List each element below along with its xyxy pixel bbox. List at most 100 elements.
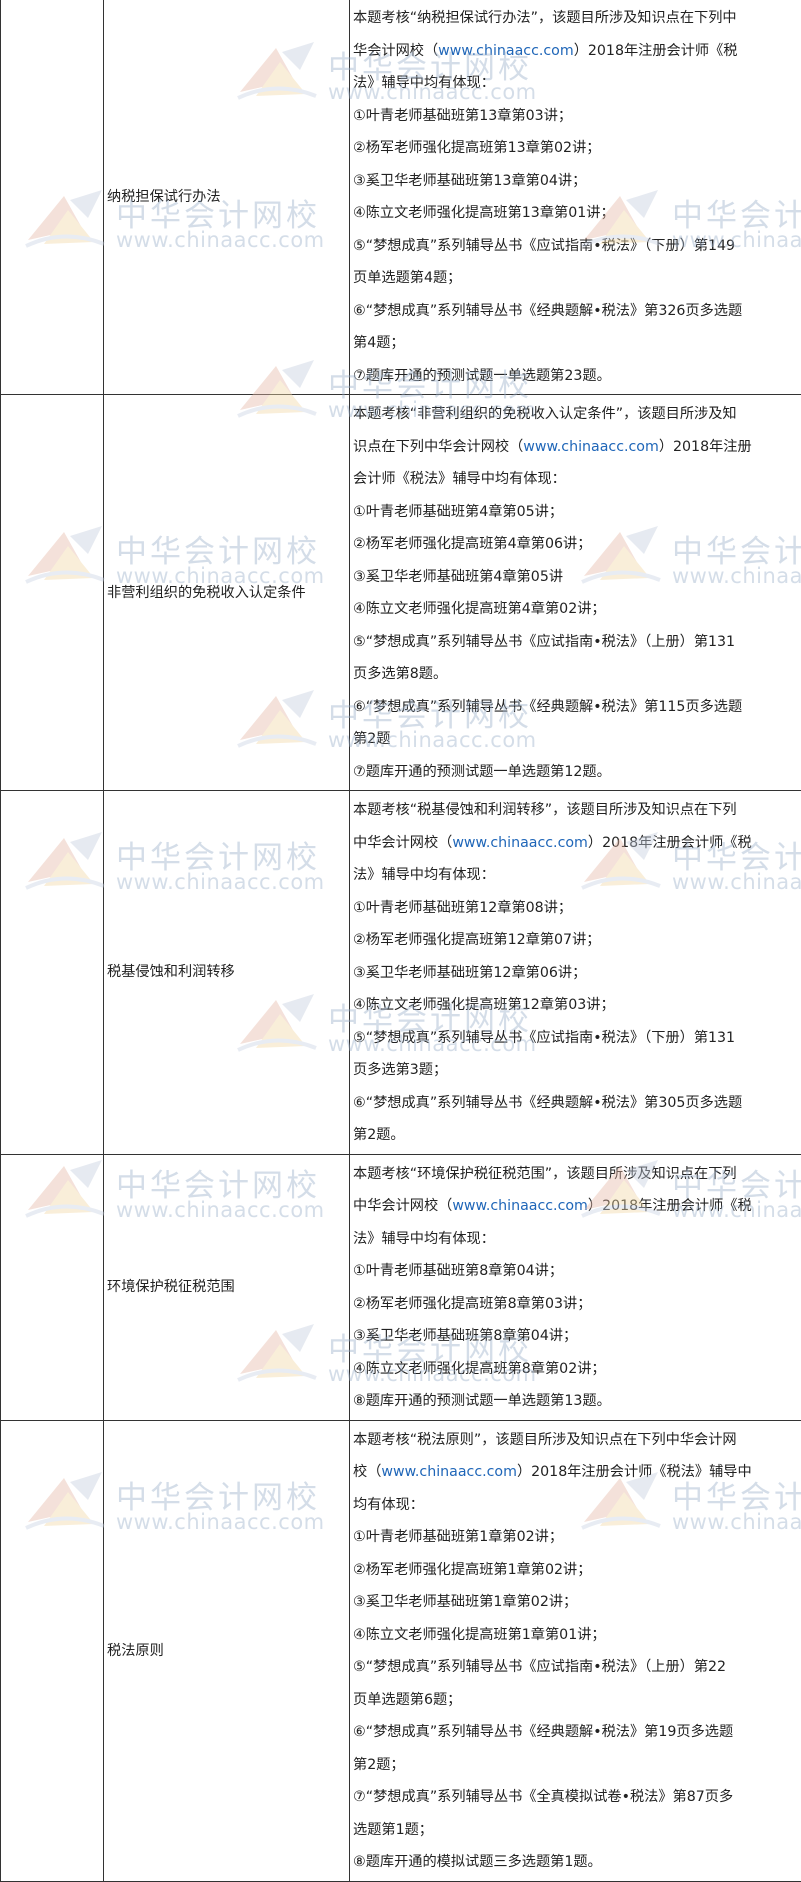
line-text: ④陈立文老师强化提高班第1章第01讲； <box>353 1627 606 1643</box>
detail-line: ⑤“梦想成真”系列辅导丛书《应试指南•税法》（上册）第22 <box>353 1651 801 1684</box>
line-text: ①叶青老师基础班第4章第05讲； <box>353 504 563 520</box>
detail-line: ⑦题库开通的预测试题一单选题第23题。 <box>353 360 801 393</box>
topic-label: 税法原则 <box>107 1643 164 1659</box>
detail-line: 第2题 <box>353 723 801 756</box>
table-row: 税基侵蚀和利润转移本题考核“税基侵蚀和利润转移”，该题目所涉及知识点在下列中华会… <box>1 791 801 1155</box>
detail-line: ④陈立文老师强化提高班第1章第01讲； <box>353 1619 801 1652</box>
detail-line: ②杨军老师强化提高班第4章第06讲； <box>353 528 801 561</box>
line-text: ⑤“梦想成真”系列辅导丛书《应试指南•税法》（上册）第22 <box>353 1659 726 1675</box>
detail-line: ⑤“梦想成真”系列辅导丛书《应试指南•税法》（下册）第131 <box>353 1022 801 1055</box>
detail-line: ③奚卫华老师基础班第8章第04讲； <box>353 1320 801 1353</box>
detail-line: ⑥“梦想成真”系列辅导丛书《经典题解•税法》第326页多选题 <box>353 295 801 328</box>
line-text: ⑧题库开通的模拟试题三多选题第1题。 <box>353 1854 602 1870</box>
website-link[interactable]: www.chinaacc.com <box>523 439 659 455</box>
line-text: 页单选题第6题； <box>353 1692 461 1708</box>
line-text: ④陈立文老师强化提高班第8章第02讲； <box>353 1361 606 1377</box>
detail-line: 第4题； <box>353 327 801 360</box>
detail-line: 第2题。 <box>353 1119 801 1152</box>
detail-cell: 本题考核“税基侵蚀和利润转移”，该题目所涉及知识点在下列中华会计网校（www.c… <box>350 791 801 1155</box>
line-text: 本题考核“环境保护税征税范围”，该题目所涉及知识点在下列 <box>353 1166 737 1182</box>
detail-line: ①叶青老师基础班第4章第05讲； <box>353 496 801 529</box>
detail-line: 本题考核“纳税担保试行办法”，该题目所涉及知识点在下列中 <box>353 2 801 35</box>
line-text: ④陈立文老师强化提高班第4章第02讲； <box>353 601 606 617</box>
line-text: ②杨军老师强化提高班第13章第02讲； <box>353 140 600 156</box>
line-text: ③奚卫华老师基础班第8章第04讲； <box>353 1328 577 1344</box>
blank-cell <box>1 395 104 791</box>
detail-line: ④陈立文老师强化提高班第12章第03讲； <box>353 989 801 1022</box>
line-text: ②杨军老师强化提高班第1章第02讲； <box>353 1562 591 1578</box>
detail-line: 页单选题第4题； <box>353 262 801 295</box>
line-text: 中华会计网校（ <box>353 835 452 851</box>
line-text: 页多选第8题。 <box>353 666 447 682</box>
line-text: 法》辅导中均有体现： <box>353 75 495 91</box>
detail-line: ③奚卫华老师基础班第4章第05讲 <box>353 561 801 594</box>
topic-cell: 税基侵蚀和利润转移 <box>104 791 350 1155</box>
detail-line: 法》辅导中均有体现： <box>353 1223 801 1256</box>
line-text: 第2题。 <box>353 1127 405 1143</box>
topic-label: 税基侵蚀和利润转移 <box>107 964 235 980</box>
topic-cell: 环境保护税征税范围 <box>104 1154 350 1420</box>
detail-line: 页多选第8题。 <box>353 658 801 691</box>
website-link[interactable]: www.chinaacc.com <box>452 835 588 851</box>
blank-cell <box>1 0 104 395</box>
website-link[interactable]: www.chinaacc.com <box>438 43 574 59</box>
line-text: 华会计网校（ <box>353 43 438 59</box>
detail-line: ⑧题库开通的预测试题一单选题第13题。 <box>353 1385 801 1418</box>
document-page: 纳税担保试行办法本题考核“纳税担保试行办法”，该题目所涉及知识点在下列中华会计网… <box>0 0 801 1847</box>
table-row: 非营利组织的免税收入认定条件本题考核“非营利组织的免税收入认定条件”，该题目所涉… <box>1 395 801 791</box>
detail-cell: 本题考核“环境保护税征税范围”，该题目所涉及知识点在下列中华会计网校（www.c… <box>350 1154 801 1420</box>
detail-line: ④陈立文老师强化提高班第8章第02讲； <box>353 1353 801 1386</box>
line-text: ）2018年注册会计师《税法》辅导中 <box>517 1464 752 1480</box>
detail-line: ②杨军老师强化提高班第8章第03讲； <box>353 1288 801 1321</box>
table-body: 纳税担保试行办法本题考核“纳税担保试行办法”，该题目所涉及知识点在下列中华会计网… <box>1 0 801 1881</box>
detail-line: ①叶青老师基础班第1章第02讲； <box>353 1521 801 1554</box>
detail-line: 会计师《税法》辅导中均有体现： <box>353 463 801 496</box>
line-text: ①叶青老师基础班第8章第04讲； <box>353 1263 563 1279</box>
detail-line: ①叶青老师基础班第8章第04讲； <box>353 1255 801 1288</box>
line-text: 法》辅导中均有体现： <box>353 1231 495 1247</box>
detail-line: 中华会计网校（www.chinaacc.com）2018年注册会计师《税 <box>353 827 801 860</box>
line-text: ③奚卫华老师基础班第12章第06讲； <box>353 965 586 981</box>
line-text: ⑤“梦想成真”系列辅导丛书《应试指南•税法》（下册）第149 <box>353 238 735 254</box>
topic-cell: 非营利组织的免税收入认定条件 <box>104 395 350 791</box>
line-text: ③奚卫华老师基础班第4章第05讲 <box>353 569 563 585</box>
table-row: 环境保护税征税范围本题考核“环境保护税征税范围”，该题目所涉及知识点在下列中华会… <box>1 1154 801 1420</box>
line-text: ⑥“梦想成真”系列辅导丛书《经典题解•税法》第326页多选题 <box>353 303 742 319</box>
line-text: ①叶青老师基础班第1章第02讲； <box>353 1529 563 1545</box>
detail-line: 本题考核“税基侵蚀和利润转移”，该题目所涉及知识点在下列 <box>353 794 801 827</box>
line-text: 第2题； <box>353 1757 405 1773</box>
topic-cell: 纳税担保试行办法 <box>104 0 350 395</box>
line-text: ③奚卫华老师基础班第13章第04讲； <box>353 173 586 189</box>
line-text: 选题第1题； <box>353 1822 433 1838</box>
detail-line: 本题考核“环境保护税征税范围”，该题目所涉及知识点在下列 <box>353 1158 801 1191</box>
detail-line: 识点在下列中华会计网校（www.chinaacc.com）2018年注册 <box>353 431 801 464</box>
line-text: 校（ <box>353 1464 381 1480</box>
line-text: ）2018年注册会计师《税 <box>588 835 752 851</box>
detail-cell: 本题考核“税法原则”，该题目所涉及知识点在下列中华会计网校（www.chinaa… <box>350 1420 801 1881</box>
line-text: ①叶青老师基础班第13章第03讲； <box>353 108 572 124</box>
detail-line: ③奚卫华老师基础班第12章第06讲； <box>353 957 801 990</box>
blank-cell <box>1 791 104 1155</box>
line-text: ⑧题库开通的预测试题一单选题第13题。 <box>353 1393 611 1409</box>
line-text: ⑤“梦想成真”系列辅导丛书《应试指南•税法》（下册）第131 <box>353 1030 735 1046</box>
detail-line: 均有体现： <box>353 1489 801 1522</box>
detail-line: ③奚卫华老师基础班第1章第02讲； <box>353 1586 801 1619</box>
detail-line: ③奚卫华老师基础班第13章第04讲； <box>353 165 801 198</box>
detail-line: ⑦题库开通的预测试题一单选题第12题。 <box>353 756 801 789</box>
line-text: 本题考核“纳税担保试行办法”，该题目所涉及知识点在下列中 <box>353 10 737 26</box>
detail-line: ④陈立文老师强化提高班第4章第02讲； <box>353 593 801 626</box>
line-text: ②杨军老师强化提高班第8章第03讲； <box>353 1296 591 1312</box>
detail-line: 本题考核“税法原则”，该题目所涉及知识点在下列中华会计网 <box>353 1424 801 1457</box>
detail-line: 选题第1题； <box>353 1814 801 1847</box>
line-text: ④陈立文老师强化提高班第13章第01讲； <box>353 205 615 221</box>
website-link[interactable]: www.chinaacc.com <box>452 1198 588 1214</box>
detail-line: 本题考核“非营利组织的免税收入认定条件”，该题目所涉及知 <box>353 398 801 431</box>
detail-line: ⑤“梦想成真”系列辅导丛书《应试指南•税法》（上册）第131 <box>353 626 801 659</box>
knowledge-table: 纳税担保试行办法本题考核“纳税担保试行办法”，该题目所涉及知识点在下列中华会计网… <box>0 0 801 1882</box>
detail-line: ⑥“梦想成真”系列辅导丛书《经典题解•税法》第19页多选题 <box>353 1716 801 1749</box>
line-text: ④陈立文老师强化提高班第12章第03讲； <box>353 997 615 1013</box>
blank-cell <box>1 1420 104 1881</box>
website-link[interactable]: www.chinaacc.com <box>381 1464 517 1480</box>
detail-line: 华会计网校（www.chinaacc.com）2018年注册会计师《税 <box>353 35 801 68</box>
line-text: 第4题； <box>353 335 405 351</box>
